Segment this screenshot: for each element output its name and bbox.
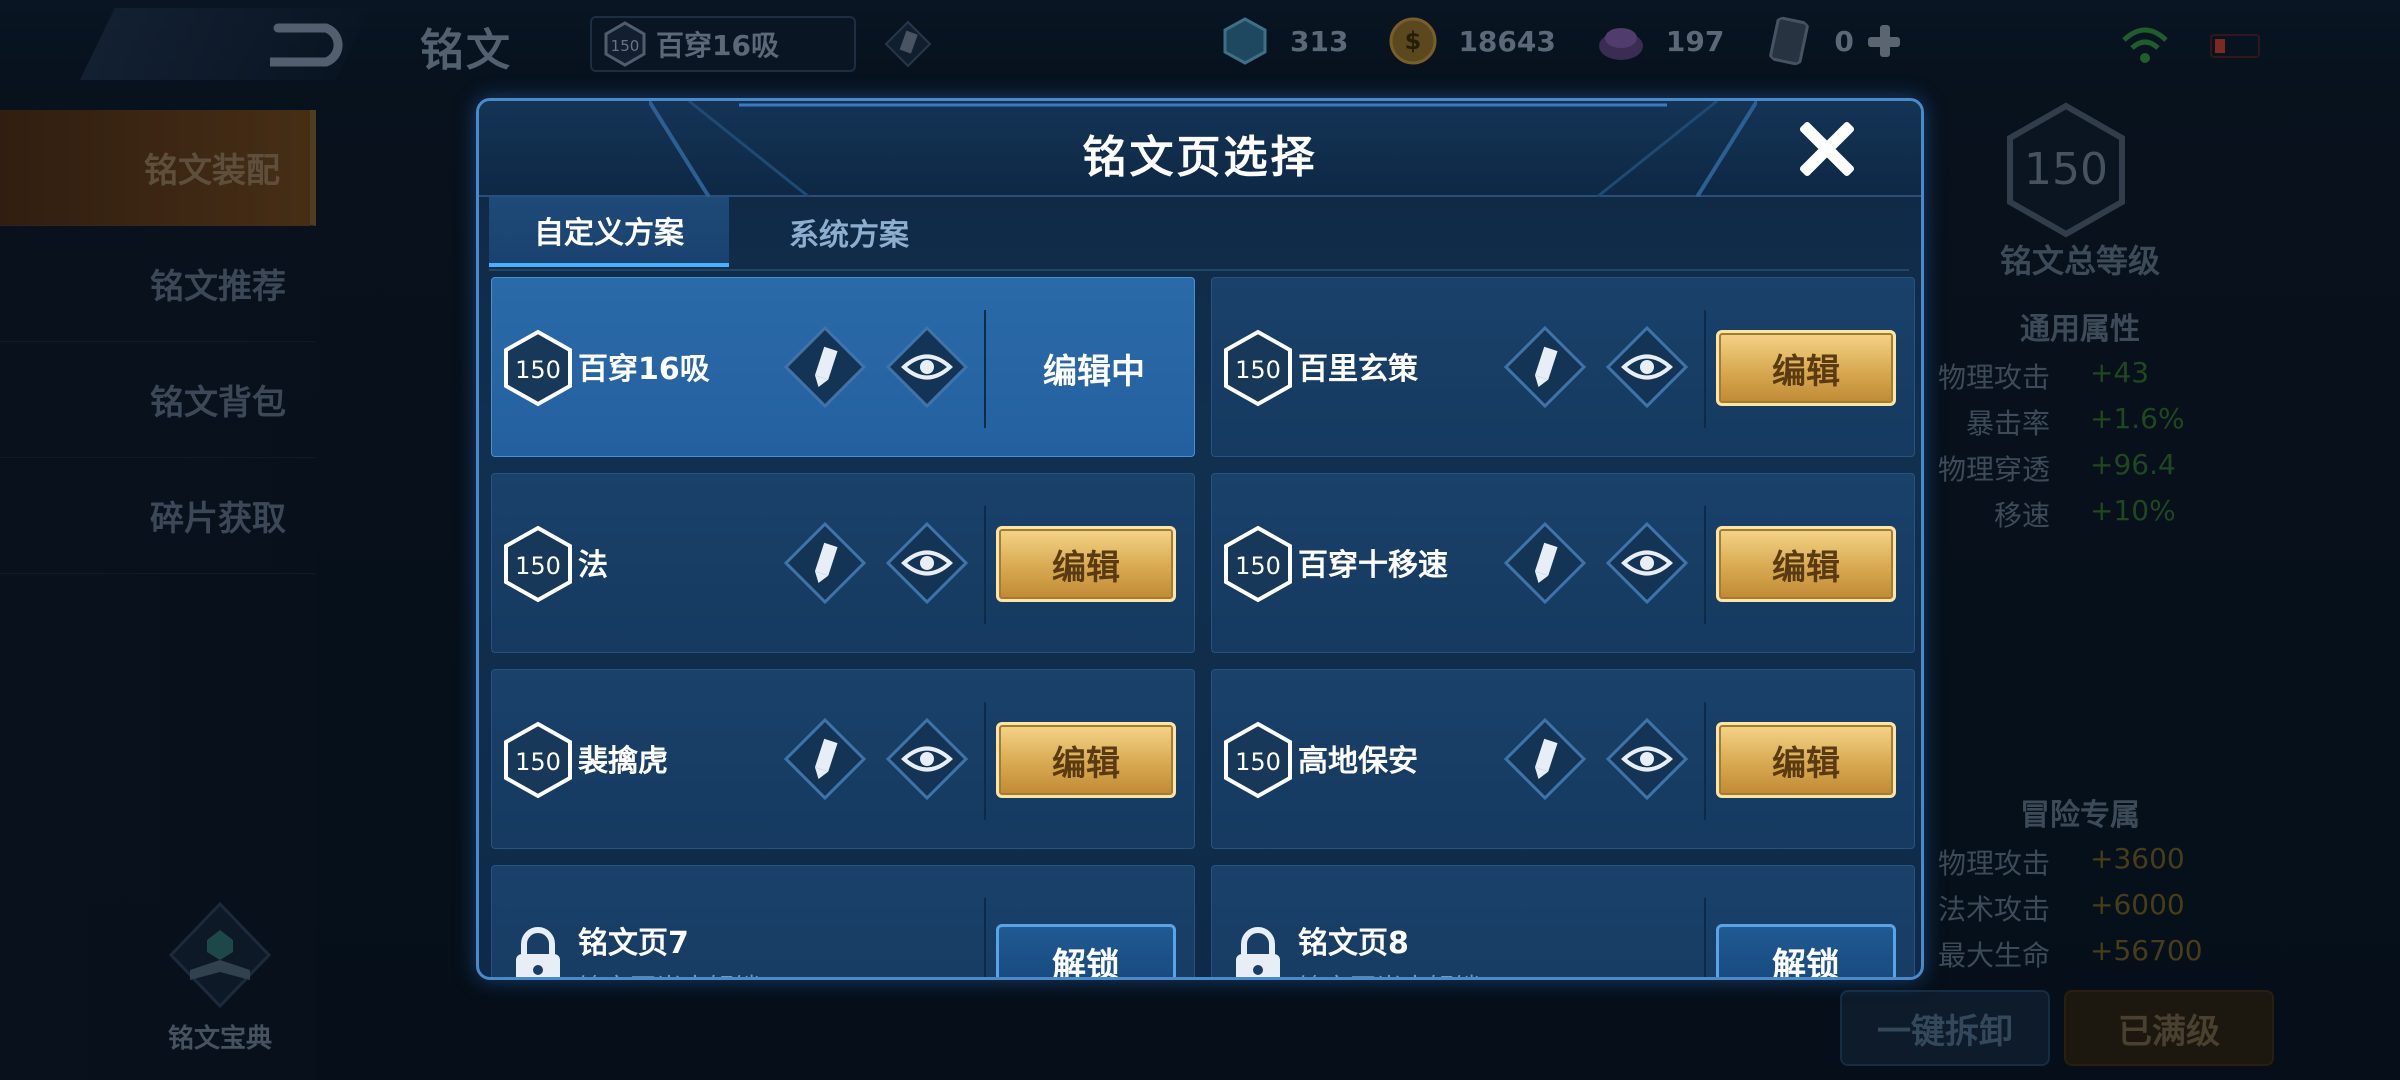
svg-text:150: 150 <box>515 552 561 580</box>
lock-icon <box>516 927 560 977</box>
locked-rune-page-card[interactable]: 铭文页8 铭文页尚未解锁 解锁 <box>1211 865 1915 977</box>
rune-page-card[interactable]: 150 高地保安 编辑 <box>1211 669 1915 849</box>
card-divider <box>1704 898 1706 977</box>
edit-button[interactable]: 编辑 <box>1716 330 1896 406</box>
level-badge-icon: 150 <box>1224 329 1292 407</box>
tab-system[interactable]: 系统方案 <box>729 197 969 267</box>
level-badge-icon: 150 <box>504 329 572 407</box>
tab-bar: 自定义方案 系统方案 <box>489 197 1909 277</box>
rename-pencil-icon[interactable] <box>782 324 868 410</box>
locked-hint: 铭文页尚未解锁 <box>1298 968 1480 977</box>
rune-page-card[interactable]: 150 百穿十移速 编辑 <box>1211 473 1915 653</box>
close-button[interactable] <box>1797 119 1857 179</box>
page-name: 百穿十移速 <box>1298 548 1448 583</box>
rename-pencil-icon[interactable] <box>782 716 868 802</box>
card-divider <box>1704 702 1706 820</box>
tab-custom[interactable]: 自定义方案 <box>489 197 729 267</box>
page-name: 百穿16吸 <box>578 352 710 387</box>
page-name: 法 <box>578 548 608 583</box>
unlock-button[interactable]: 解锁 <box>1716 924 1896 977</box>
page-name: 百里玄策 <box>1298 352 1418 387</box>
lock-icon <box>1236 927 1280 977</box>
preview-eye-icon[interactable] <box>884 324 970 410</box>
page-name: 高地保安 <box>1298 744 1418 779</box>
locked-rune-page-card[interactable]: 铭文页7 铭文页尚未解锁 解锁 <box>491 865 1195 977</box>
page-name: 裴擒虎 <box>578 744 668 779</box>
rename-pencil-icon[interactable] <box>1502 716 1588 802</box>
rune-page-card[interactable]: 150 法 编辑 <box>491 473 1195 653</box>
rune-page-card[interactable]: 150 百穿16吸 编辑中 <box>491 277 1195 457</box>
rune-page-select-modal: 铭文页选择 自定义方案 系统方案 150 百穿16吸 编辑中 150 百里玄策 … <box>476 98 1924 980</box>
preview-eye-icon[interactable] <box>884 520 970 606</box>
rune-page-card[interactable]: 150 百里玄策 编辑 <box>1211 277 1915 457</box>
svg-text:150: 150 <box>1235 356 1281 384</box>
edit-button[interactable]: 编辑 <box>996 526 1176 602</box>
level-badge-icon: 150 <box>1224 721 1292 799</box>
tab-divider <box>489 269 1909 271</box>
page-name: 铭文页7 <box>578 926 689 961</box>
svg-text:150: 150 <box>515 748 561 776</box>
level-badge-icon: 150 <box>504 721 572 799</box>
card-divider <box>984 702 986 820</box>
modal-title: 铭文页选择 <box>1082 132 1318 183</box>
edit-button[interactable]: 编辑 <box>1716 526 1896 602</box>
edit-button[interactable]: 编辑 <box>1716 722 1896 798</box>
level-badge-icon: 150 <box>1224 525 1292 603</box>
level-badge-icon: 150 <box>504 525 572 603</box>
svg-text:150: 150 <box>1235 552 1281 580</box>
edit-button[interactable]: 编辑 <box>996 722 1176 798</box>
unlock-button[interactable]: 解锁 <box>996 924 1176 977</box>
svg-text:150: 150 <box>515 356 561 384</box>
svg-text:150: 150 <box>1235 748 1281 776</box>
rune-page-card[interactable]: 150 裴擒虎 编辑 <box>491 669 1195 849</box>
editing-status: 编辑中 <box>1043 351 1145 392</box>
preview-eye-icon[interactable] <box>884 716 970 802</box>
preview-eye-icon[interactable] <box>1604 716 1690 802</box>
modal-header: 铭文页选择 <box>479 101 1921 197</box>
preview-eye-icon[interactable] <box>1604 324 1690 410</box>
card-divider <box>984 898 986 977</box>
rename-pencil-icon[interactable] <box>782 520 868 606</box>
locked-hint: 铭文页尚未解锁 <box>578 968 760 977</box>
rename-pencil-icon[interactable] <box>1502 520 1588 606</box>
card-divider <box>1704 310 1706 428</box>
card-divider <box>1704 506 1706 624</box>
rename-pencil-icon[interactable] <box>1502 324 1588 410</box>
preview-eye-icon[interactable] <box>1604 520 1690 606</box>
page-name: 铭文页8 <box>1298 926 1409 961</box>
card-divider <box>984 506 986 624</box>
card-divider <box>984 310 986 428</box>
